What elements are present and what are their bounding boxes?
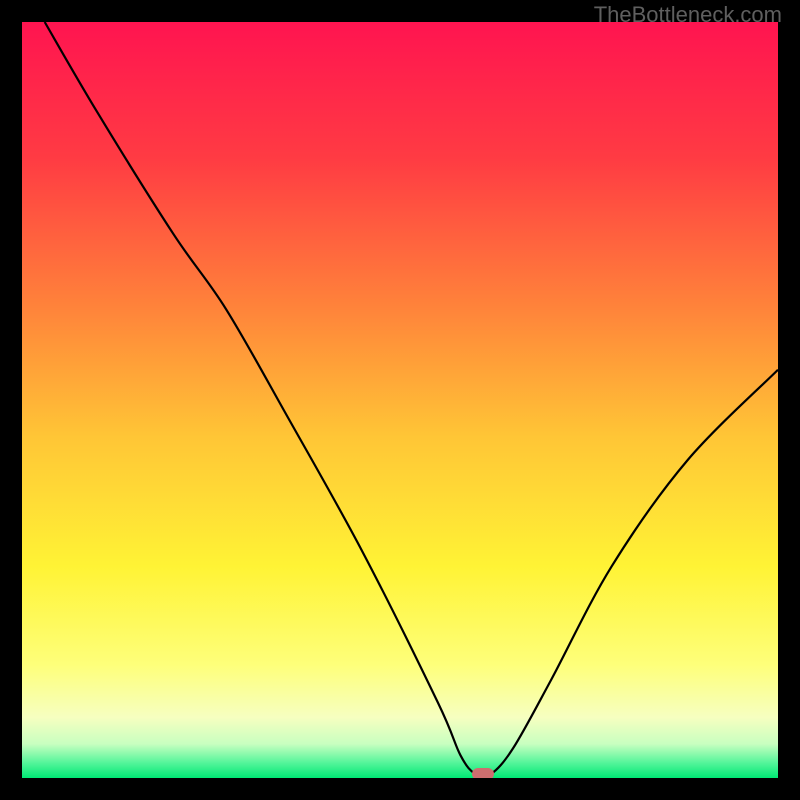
watermark-text: TheBottleneck.com bbox=[594, 2, 782, 28]
optimal-marker bbox=[472, 768, 494, 778]
plot-area bbox=[22, 22, 778, 778]
bottleneck-curve bbox=[22, 22, 778, 778]
chart-container: TheBottleneck.com bbox=[0, 0, 800, 800]
